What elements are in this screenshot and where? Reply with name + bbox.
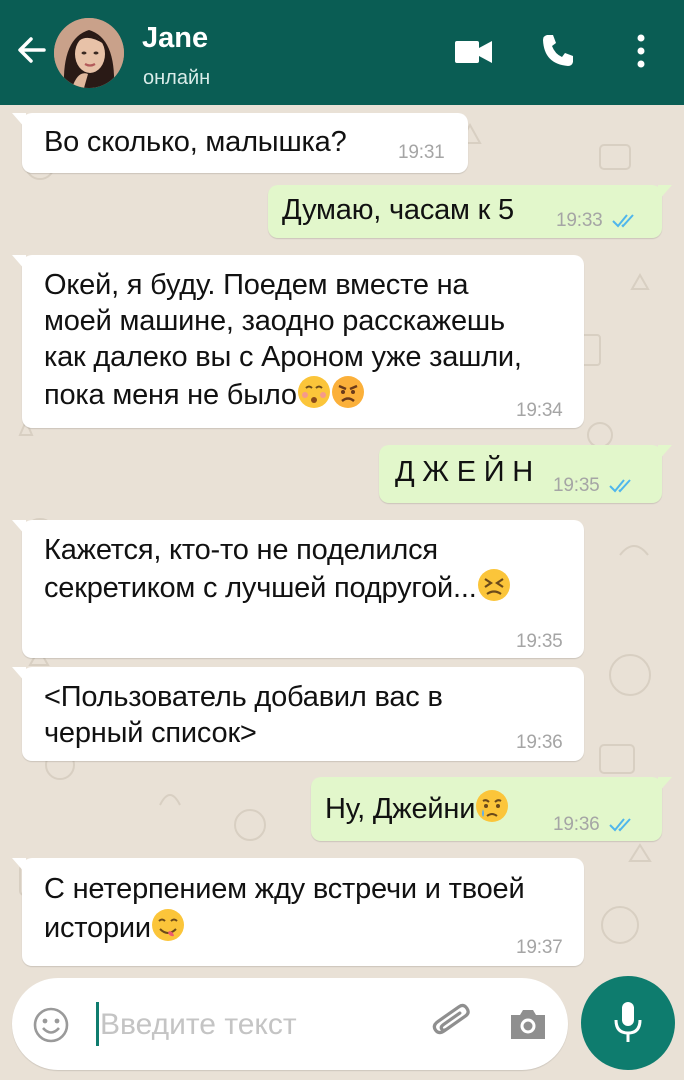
message-line: как далеко вы с Ароном уже зашли, <box>44 341 522 373</box>
bubble-tail <box>12 255 26 271</box>
bubble-tail <box>12 520 26 536</box>
message-composer: Введите текст <box>12 978 568 1070</box>
message-time-label: 19:35 <box>553 475 600 496</box>
message-time: 19:37 <box>516 937 563 958</box>
message-time: 19:31 <box>398 142 445 163</box>
camera-icon[interactable] <box>508 1006 548 1042</box>
message-time: 19:33 <box>556 211 638 231</box>
message-line: пока меня не было <box>44 375 522 413</box>
phone-icon[interactable] <box>540 32 576 68</box>
bubble-tail <box>658 777 672 793</box>
message-text: С нетерпением жду встречи и твоей истори… <box>44 870 525 947</box>
message-line: <Пользователь добавил вас в <box>44 681 443 713</box>
crying-face-icon <box>476 790 509 822</box>
chat-header: Jane онлайн <box>0 0 684 105</box>
message-text: Во сколько, малышка? <box>44 126 347 158</box>
message-time-label: 19:36 <box>553 814 600 835</box>
video-camera-icon[interactable] <box>455 38 493 66</box>
persevering-face-icon <box>477 569 510 601</box>
double-check-read-icon <box>608 818 631 832</box>
message-line-text: пока меня не было <box>44 379 297 411</box>
message-incoming[interactable]: Кажется, кто-то не поделился секретиком … <box>12 520 584 658</box>
message-time: 19:34 <box>516 400 563 421</box>
message-line: Окей, я буду. Поедем вместе на <box>44 269 469 301</box>
bubble-tail <box>12 858 26 874</box>
message-outgoing[interactable]: Д Ж Е Й Н 19:35 <box>379 445 672 503</box>
message-line: черный список> <box>44 717 257 749</box>
message-time: 19:36 <box>553 815 635 835</box>
bubble-tail <box>658 185 672 201</box>
message-line: моей машине, заодно расскажешь <box>44 305 505 337</box>
message-line: Кажется, кто-то не поделился <box>44 534 438 566</box>
microphone-button[interactable] <box>581 976 675 1070</box>
smiley-icon[interactable] <box>32 1006 70 1044</box>
contact-status: онлайн <box>143 67 211 89</box>
message-line-text: истории <box>44 912 151 944</box>
message-time: 19:36 <box>516 732 563 753</box>
avatar[interactable] <box>54 18 124 88</box>
message-line: С нетерпением жду встречи и твоей <box>44 873 525 905</box>
bubble-tail <box>12 667 26 683</box>
message-incoming[interactable]: Окей, я буду. Поедем вместе на моей маши… <box>12 255 584 428</box>
message-input[interactable]: Введите текст <box>100 1008 297 1042</box>
message-line: секретиком с лучшей подругой... <box>44 568 511 606</box>
angry-face-icon <box>331 376 364 408</box>
arrow-left-icon[interactable] <box>14 32 50 68</box>
microphone-icon <box>614 1002 642 1042</box>
bubble-tail <box>12 113 26 129</box>
yum-face-icon <box>151 909 184 941</box>
message-time: 19:35 <box>516 631 563 652</box>
text-caret <box>96 1002 99 1046</box>
message-incoming[interactable]: С нетерпением жду встречи и твоей истори… <box>12 858 584 966</box>
message-text: <Пользователь добавил вас в черный списо… <box>44 679 443 751</box>
bubble-tail <box>658 445 672 461</box>
message-text: Ну, Джейни <box>325 789 509 827</box>
message-line: истории <box>44 908 524 947</box>
kebab-menu-icon[interactable] <box>635 33 647 69</box>
message-time: 19:35 <box>553 476 635 496</box>
contact-name[interactable]: Jane <box>142 22 208 55</box>
message-incoming[interactable]: Во сколько, малышка? 19:31 <box>12 113 468 173</box>
message-text: Окей, я буду. Поедем вместе на моей маши… <box>44 267 522 413</box>
double-check-read-icon <box>611 214 634 228</box>
double-check-read-icon <box>608 479 631 493</box>
message-time-label: 19:33 <box>556 210 603 231</box>
message-text: Кажется, кто-то не поделился секретиком … <box>44 532 511 606</box>
chat-area[interactable]: Во сколько, малышка? 19:31 Думаю, часам … <box>0 105 684 975</box>
message-line-text: секретиком с лучшей подругой... <box>44 572 477 604</box>
message-text: Д Ж Е Й Н <box>395 456 533 488</box>
message-outgoing[interactable]: Думаю, часам к 5 19:33 <box>268 185 672 238</box>
message-outgoing[interactable]: Ну, Джейни 19:36 <box>311 777 672 841</box>
kissing-face-icon <box>297 376 330 408</box>
paperclip-icon[interactable] <box>430 1000 476 1046</box>
message-incoming[interactable]: <Пользователь добавил вас в черный списо… <box>12 667 584 761</box>
message-line-text: Ну, Джейни <box>325 793 476 825</box>
message-text: Думаю, часам к 5 <box>282 194 514 226</box>
